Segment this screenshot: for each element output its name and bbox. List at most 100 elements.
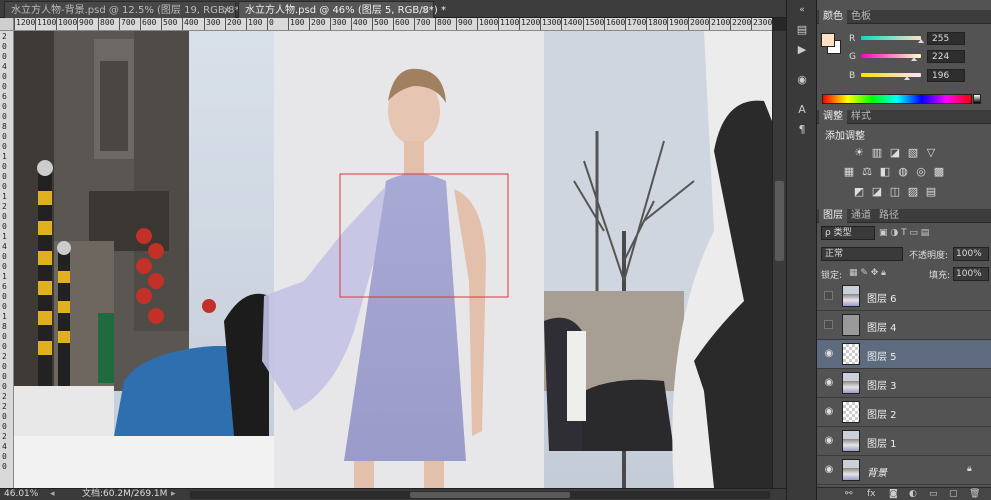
tab-paths[interactable]: 路径: [875, 209, 903, 223]
eye-icon[interactable]: ◉: [823, 348, 835, 360]
layer-row[interactable]: ◉ 背景 🔒︎: [817, 456, 991, 485]
r-value[interactable]: 255: [927, 32, 965, 45]
layer-name: 图层 5: [867, 352, 897, 363]
b-slider[interactable]: [861, 73, 921, 77]
tab-channels[interactable]: 通道: [847, 209, 875, 223]
hue-saturation-icon[interactable]: ▦: [843, 166, 855, 178]
horizontal-ruler[interactable]: 1200 1100 1000 900 800 700 600 500 400 300 200 100 0…: [14, 18, 772, 31]
visibility-toggle[interactable]: [824, 320, 833, 329]
close-tab-icon[interactable]: ×: [421, 2, 429, 19]
ruler-left-label: 2: [2, 32, 7, 41]
fill-label: 填充:: [929, 271, 951, 281]
color-balance-icon[interactable]: ⚖: [861, 166, 873, 178]
posterize-icon[interactable]: ◪: [871, 186, 883, 198]
bw-ramp[interactable]: [973, 94, 981, 104]
b-value[interactable]: 196: [927, 69, 965, 82]
ruler-tick: [119, 18, 120, 30]
status-arrow-icon[interactable]: ◂: [50, 489, 55, 500]
photo-filter-icon[interactable]: ◍: [897, 166, 909, 178]
blend-mode-select[interactable]: 正常: [821, 247, 903, 261]
double-arrow-icon[interactable]: «: [793, 2, 811, 18]
play-icon[interactable]: ▶: [793, 42, 811, 58]
fx-icon[interactable]: fx: [867, 488, 876, 500]
status-menu-icon[interactable]: ▸: [171, 489, 176, 500]
paragraph-icon[interactable]: ¶: [793, 122, 811, 138]
tab-color[interactable]: 颜色: [819, 10, 847, 24]
ruler-tick: [14, 18, 15, 30]
selective-color-icon[interactable]: ▤: [925, 186, 937, 198]
color-spectrum-bar[interactable]: [822, 94, 972, 104]
tab-background-doc[interactable]: 水立方人物-背景.psd @ 12.5% (图层 19, RGB/8*) * ×: [4, 1, 252, 19]
tab-layers[interactable]: 图层: [819, 209, 847, 223]
lock-icon[interactable]: 🔒︎: [967, 464, 972, 474]
vertical-ruler[interactable]: 2004006008001000120014001600180020002200…: [0, 31, 14, 488]
zoom-level[interactable]: 46.01%: [4, 489, 38, 500]
scroll-thumb[interactable]: [410, 492, 570, 498]
curves-icon[interactable]: ◪: [889, 147, 901, 159]
layer-row[interactable]: 图层 6: [817, 282, 991, 311]
layer-row[interactable]: ◉ 图层 5: [817, 340, 991, 369]
layer-row[interactable]: ◉ 图层 1: [817, 427, 991, 456]
ruler-tick: [35, 18, 36, 30]
new-layer-icon[interactable]: ▢: [949, 488, 958, 500]
link-icon[interactable]: ⚯: [845, 488, 853, 500]
adjustment-icon[interactable]: ◐: [909, 488, 917, 500]
close-tab-icon[interactable]: ×: [223, 2, 231, 19]
opacity-input[interactable]: 100%: [953, 247, 989, 261]
ruler-left-label: 1: [2, 192, 7, 201]
layer-row[interactable]: ◉ 图层 2: [817, 398, 991, 427]
ruler-origin[interactable]: [0, 18, 14, 31]
horizontal-scrollbar[interactable]: [190, 491, 770, 499]
lock-icons[interactable]: ▦ ✎ ✥ 🔒︎: [849, 268, 886, 278]
r-slider-knob[interactable]: [918, 39, 924, 43]
brightness-icon[interactable]: ☀: [853, 147, 865, 159]
layer-filter-select[interactable]: ρ 类型: [821, 226, 875, 240]
ruler-left-label: 2: [2, 402, 7, 411]
color-lookup-icon[interactable]: ▩: [933, 166, 945, 178]
visibility-toggle[interactable]: [824, 291, 833, 300]
black-white-icon[interactable]: ◧: [879, 166, 891, 178]
g-label: G: [849, 52, 856, 62]
ruler-left-label: 0: [2, 422, 7, 431]
history-icon[interactable]: ▤: [793, 22, 811, 38]
ruler-left-label: 0: [2, 102, 7, 111]
gradient-map-icon[interactable]: ▨: [907, 186, 919, 198]
channel-mixer-icon[interactable]: ◎: [915, 166, 927, 178]
tab-active-doc[interactable]: 水立方人物.psd @ 46% (图层 5, RGB/8*) * ×: [238, 1, 446, 19]
eye-icon[interactable]: ◉: [823, 435, 835, 447]
ruler-left-label: 2: [2, 432, 7, 441]
filter-icons[interactable]: ▣ ◑ T ▭ ▤: [879, 228, 929, 238]
ruler-tick: [267, 18, 268, 30]
ruler-left-label: 0: [2, 362, 7, 371]
eye-icon[interactable]: ◉: [823, 464, 835, 476]
ruler-left-label: 2: [2, 392, 7, 401]
trash-icon[interactable]: 🗑︎: [969, 488, 980, 500]
exposure-icon[interactable]: ▧: [907, 147, 919, 159]
document-canvas[interactable]: [14, 31, 772, 488]
b-slider-knob[interactable]: [904, 76, 910, 80]
invert-icon[interactable]: ◩: [853, 186, 865, 198]
vibrance-icon[interactable]: ▽: [925, 147, 937, 159]
r-slider[interactable]: [861, 36, 921, 40]
group-icon[interactable]: ▭: [929, 488, 938, 500]
g-value[interactable]: 224: [927, 50, 965, 63]
scroll-thumb[interactable]: [775, 181, 784, 261]
vertical-scrollbar[interactable]: [772, 31, 786, 488]
ruler-tick: [204, 18, 205, 30]
mask-icon[interactable]: ◙: [889, 488, 898, 500]
camera-icon[interactable]: ◉: [793, 72, 811, 88]
levels-icon[interactable]: ▥: [871, 147, 883, 159]
ruler-top-label: 200: [227, 18, 242, 27]
tab-adjustments[interactable]: 调整: [819, 110, 847, 124]
layer-row[interactable]: 图层 4: [817, 311, 991, 340]
fill-input[interactable]: 100%: [953, 267, 989, 281]
tab-styles[interactable]: 样式: [847, 110, 875, 124]
layer-row[interactable]: ◉ 图层 3: [817, 369, 991, 398]
character-icon[interactable]: A: [793, 102, 811, 118]
threshold-icon[interactable]: ◫: [889, 186, 901, 198]
eye-icon[interactable]: ◉: [823, 377, 835, 389]
g-slider-knob[interactable]: [911, 57, 917, 61]
foreground-color-swatch-top[interactable]: [821, 33, 835, 47]
tab-swatches[interactable]: 色板: [847, 10, 875, 24]
eye-icon[interactable]: ◉: [823, 406, 835, 418]
